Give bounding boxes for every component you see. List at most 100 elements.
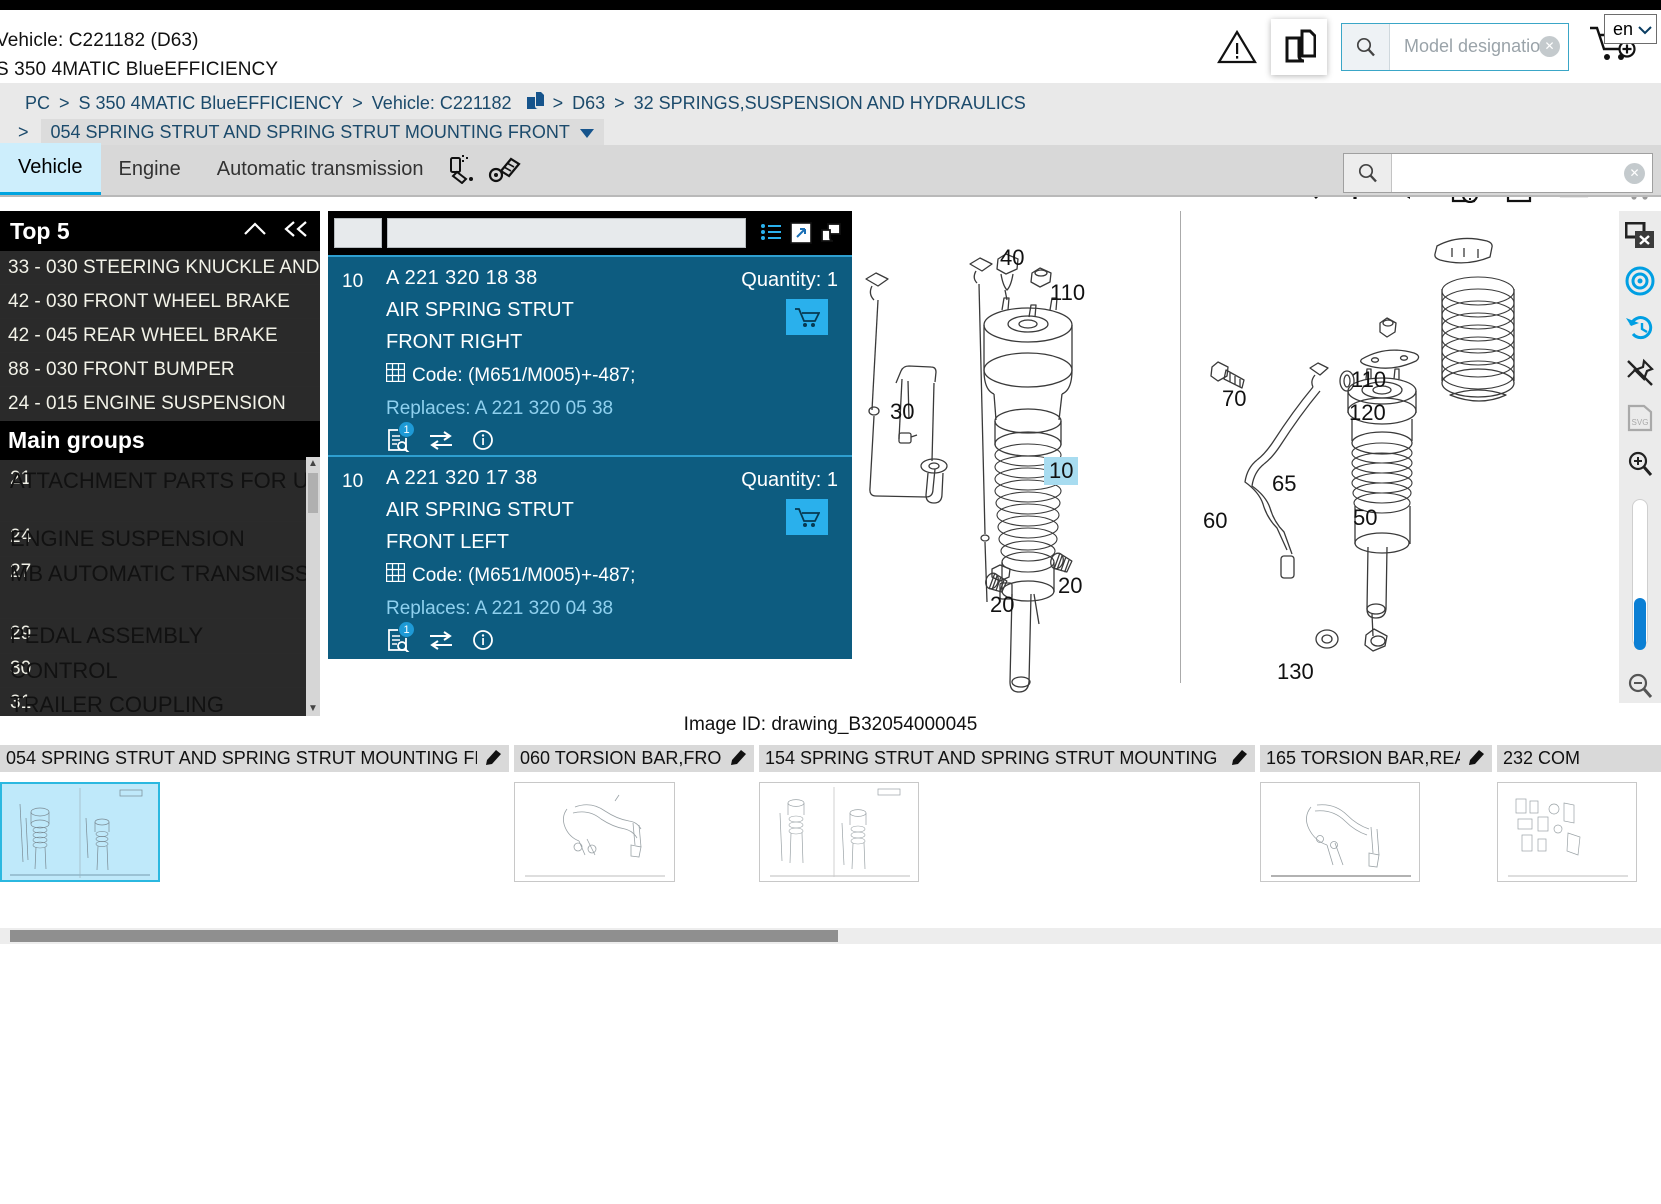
sidebar-item-group-29[interactable]: 29 PEDAL ASSEMBLY — [0, 619, 320, 654]
sidebar-item-group-24[interactable]: 24 ENGINE SUSPENSION — [0, 522, 320, 557]
tab-engine[interactable]: Engine — [101, 143, 199, 195]
info-circle-icon[interactable] — [472, 629, 494, 656]
breadcrumb-item-0[interactable]: PC — [25, 93, 50, 114]
thumbnail-item-3[interactable]: 165 TORSION BAR,REAR — [1260, 745, 1492, 882]
copy-documents-icon[interactable] — [1271, 18, 1327, 75]
search-icon[interactable] — [1342, 23, 1390, 70]
thumbnail-image[interactable] — [1497, 782, 1637, 882]
paint-spray-icon[interactable] — [442, 143, 484, 195]
breadcrumb-item-1[interactable]: S 350 4MATIC BlueEFFICIENCY — [79, 93, 344, 114]
parts-search[interactable]: ✕ — [1343, 153, 1653, 193]
breadcrumb-second-row: > 054 SPRING STRUT AND SPRING STRUT MOUN… — [18, 119, 604, 146]
add-part-to-cart-button[interactable] — [786, 299, 828, 335]
sidebar-item-group-21[interactable]: 21 ATTACHMENT PARTS FOR UNITS — [0, 460, 320, 522]
thumbnail-title[interactable]: 232 COM — [1497, 745, 1661, 772]
scroll-up-icon[interactable]: ▲ — [306, 457, 320, 471]
thumbnail-title[interactable]: 154 SPRING STRUT AND SPRING STRUT MOUNTI… — [759, 745, 1255, 772]
edit-icon[interactable] — [1468, 747, 1486, 770]
sidebar-item-top5-4[interactable]: 24 - 015 ENGINE SUSPENSION — [0, 387, 320, 421]
chevron-down-icon[interactable] — [579, 122, 594, 143]
thumbnail-item-4[interactable]: 232 COM — [1497, 745, 1661, 882]
add-part-to-cart-button[interactable] — [786, 499, 828, 535]
part-row-1[interactable]: 10 A 221 320 17 38 AIR SPRING STRUT FRON… — [328, 455, 852, 659]
fastener-icon[interactable] — [484, 143, 526, 195]
zoom-in-icon[interactable] — [1623, 447, 1657, 481]
callout-10-highlighted[interactable]: 10 — [1044, 457, 1079, 485]
scrollbar-thumb[interactable] — [308, 473, 318, 513]
expand-icon[interactable] — [786, 218, 816, 248]
breadcrumb-selected-group[interactable]: 054 SPRING STRUT AND SPRING STRUT MOUNTI… — [40, 119, 604, 146]
model-designation-input[interactable]: Model designation ✕ — [1390, 24, 1568, 70]
callout-30: 30 — [890, 399, 915, 424]
thumbnail-image[interactable] — [1260, 782, 1420, 882]
top5-title: Top 5 — [10, 217, 70, 244]
thumbnail-title[interactable]: 060 TORSION BAR,FRONT — [514, 745, 754, 772]
part-row-0[interactable]: 10 A 221 320 18 38 AIR SPRING STRUT FRON… — [328, 255, 852, 455]
clear-icon[interactable]: ✕ — [1624, 162, 1645, 184]
sidebar-item-top5-3[interactable]: 88 - 030 FRONT BUMPER — [0, 353, 320, 387]
duplicate-icon[interactable] — [816, 218, 846, 248]
document-search-icon[interactable]: 1 — [386, 421, 415, 457]
double-chevron-left-icon[interactable] — [282, 218, 310, 244]
tab-vehicle[interactable]: Vehicle — [0, 143, 101, 195]
zoom-out-icon[interactable] — [1623, 669, 1657, 703]
svg-export-icon[interactable]: SVG — [1623, 402, 1657, 436]
thumbnail-title[interactable]: 165 TORSION BAR,REAR — [1260, 745, 1492, 772]
zoom-slider-handle[interactable] — [1634, 598, 1646, 651]
top-black-bar — [0, 0, 1661, 10]
unpin-icon[interactable] — [1623, 356, 1657, 390]
breadcrumb-item-4[interactable]: 32 SPRINGS,SUSPENSION AND HYDRAULICS — [634, 93, 1026, 114]
callout-20-left: 20 — [990, 592, 1015, 617]
thumbnail-item-0[interactable]: 054 SPRING STRUT AND SPRING STRUT MOUNTI… — [0, 745, 509, 882]
zoom-slider[interactable] — [1632, 498, 1648, 651]
part-replaces[interactable]: Replaces: A 221 320 05 38 — [386, 398, 838, 420]
chevron-up-icon[interactable] — [242, 218, 268, 244]
edit-icon[interactable] — [1231, 747, 1249, 770]
sidebar-item-group-31[interactable]: 31 TRAILER COUPLING — [0, 688, 320, 716]
parts-filter-box[interactable] — [334, 218, 382, 248]
tab-automatic-transmission[interactable]: Automatic transmission — [199, 143, 442, 195]
part-description: AIR SPRING STRUT — [386, 299, 574, 321]
sidebar-item-top5-1[interactable]: 42 - 030 FRONT WHEEL BRAKE — [0, 285, 320, 319]
thumbnail-image[interactable] — [514, 782, 675, 882]
vehicle-copy-icon[interactable] — [525, 91, 545, 116]
parts-drawing-canvas[interactable] — [852, 211, 1661, 703]
breadcrumb-item-2[interactable]: Vehicle: C221182 — [372, 93, 512, 114]
sidebar-scrollbar[interactable]: ▲ ▼ — [306, 457, 320, 716]
sidebar-item-top5-0[interactable]: 33 - 030 STEERING KNUCKLE AND CO... — [0, 251, 320, 285]
scrollbar-thumb[interactable] — [10, 930, 838, 942]
list-view-icon[interactable] — [756, 218, 786, 248]
history-undo-icon[interactable] — [1623, 310, 1657, 344]
sidebar-item-group-27[interactable]: 27 MB AUTOMATIC TRANSMISSION — [0, 557, 320, 619]
warning-triangle-icon[interactable] — [1215, 25, 1259, 69]
drawing-tool-rail: SVG — [1619, 211, 1661, 703]
edit-icon[interactable] — [730, 747, 748, 770]
group-label: TRAILER COUPLING — [10, 692, 224, 716]
close-window-icon[interactable] — [1623, 219, 1657, 253]
thumbnail-item-1[interactable]: 060 TORSION BAR,FRONT — [514, 745, 754, 882]
parts-filter-input[interactable] — [387, 218, 746, 248]
left-sidebar: Top 5 33 - 030 STEERING KNUCKLE AND CO..… — [0, 211, 320, 716]
edit-icon[interactable] — [485, 747, 503, 770]
info-circle-icon[interactable] — [472, 429, 494, 456]
language-selector[interactable]: en — [1603, 14, 1657, 44]
part-replaces[interactable]: Replaces: A 221 320 04 38 — [386, 598, 838, 620]
thumbnail-strip-scrollbar[interactable] — [0, 928, 1661, 944]
thumbnail-item-2[interactable]: 154 SPRING STRUT AND SPRING STRUT MOUNTI… — [759, 745, 1255, 882]
parts-search-input[interactable]: ✕ — [1392, 154, 1652, 192]
thumbnail-image[interactable] — [759, 782, 919, 882]
target-icon[interactable] — [1623, 265, 1657, 299]
model-designation-search[interactable]: Model designation ✕ — [1341, 22, 1569, 71]
thumbnail-image[interactable] — [0, 782, 160, 882]
sidebar-item-top5-2[interactable]: 42 - 045 REAR WHEEL BRAKE — [0, 319, 320, 353]
exchange-arrows-icon[interactable] — [428, 430, 454, 455]
breadcrumb-item-3[interactable]: D63 — [572, 93, 605, 114]
group-label: ENGINE SUSPENSION — [10, 526, 245, 551]
exchange-arrows-icon[interactable] — [428, 630, 454, 655]
clear-icon[interactable]: ✕ — [1539, 36, 1560, 57]
thumbnail-title[interactable]: 054 SPRING STRUT AND SPRING STRUT MOUNTI… — [0, 745, 509, 772]
search-icon[interactable] — [1344, 154, 1392, 192]
document-search-icon[interactable]: 1 — [386, 621, 415, 657]
sidebar-item-group-30[interactable]: 30 CONTROL — [0, 654, 320, 688]
chevron-down-icon — [1638, 19, 1652, 40]
